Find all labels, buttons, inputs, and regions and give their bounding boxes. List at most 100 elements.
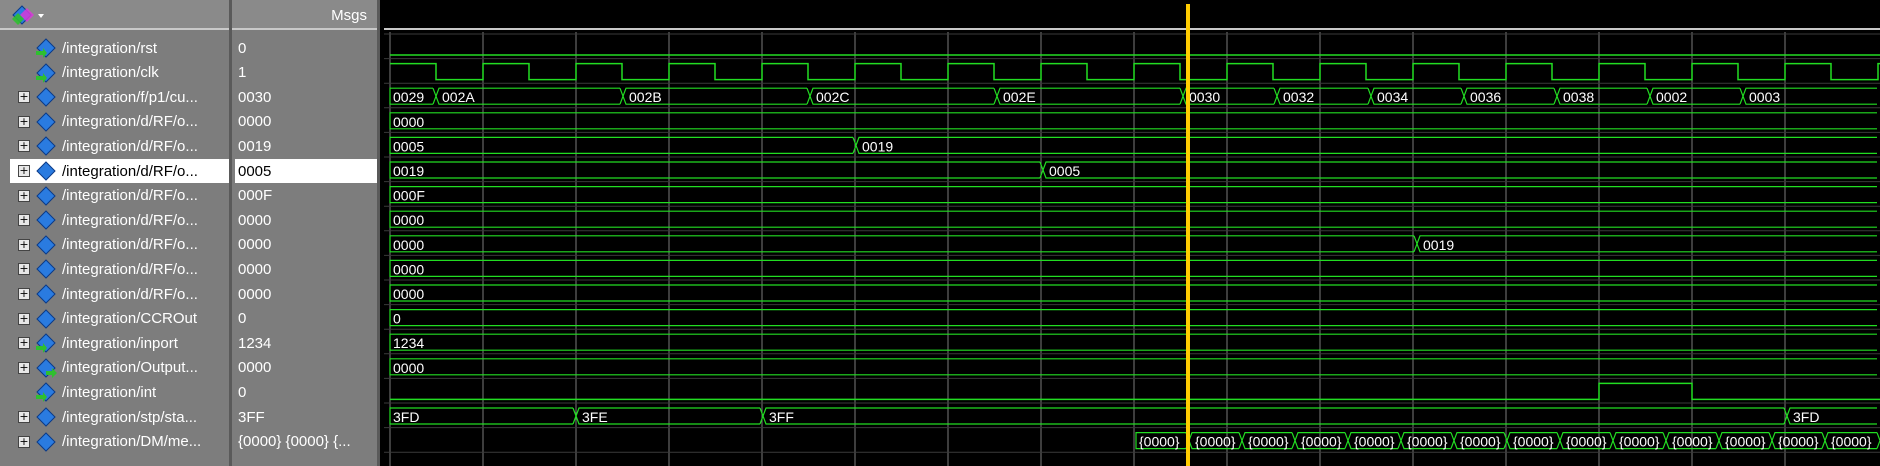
signal-value-row[interactable]: 0005	[235, 159, 377, 183]
expand-icon[interactable]: +	[18, 238, 30, 251]
signal-value-row[interactable]: 0000	[235, 233, 377, 257]
signal-value-row[interactable]: 0	[235, 36, 377, 60]
signal-row[interactable]: + /integration/d/RF/o...	[10, 282, 229, 306]
signal-row[interactable]: + /integration/d/RF/o...	[10, 208, 229, 232]
waveform-pane[interactable]: 0029 002A 002B 002C 002E 0030 0032 0034 0036 0038…	[384, 0, 1880, 466]
r3-bus-value: 000F	[393, 188, 425, 204]
r5-bus-segment	[389, 235, 1414, 253]
ccr-bus-value: 0	[393, 311, 401, 327]
signal-value: 0000	[238, 359, 272, 377]
signal-value-row[interactable]: 3FF	[235, 405, 377, 429]
expand-icon[interactable]: +	[18, 214, 30, 227]
signal-row[interactable]: + /integration/Output...	[10, 356, 229, 380]
signal-row[interactable]: + /integration/d/RF/o...	[10, 257, 229, 281]
signal-row[interactable]: /integration/int	[10, 380, 229, 404]
r0-bus-value: 0000	[393, 114, 424, 130]
signal-value: {0000} {0000} {...	[238, 433, 351, 451]
signal-row[interactable]: + /integration/d/RF/o...	[10, 134, 229, 158]
signal-row[interactable]: + /integration/CCROut	[10, 307, 229, 331]
signal-value-row[interactable]: 0019	[235, 134, 377, 158]
expand-icon[interactable]: +	[18, 361, 30, 374]
signal-value-row[interactable]: 0030	[235, 85, 377, 109]
signal-value: 0019	[238, 137, 272, 155]
signal-value-row[interactable]: 0000	[235, 282, 377, 306]
signal-value: 1	[238, 64, 247, 82]
r5-bus-value: 0000	[393, 237, 424, 253]
expand-icon[interactable]: +	[18, 140, 30, 153]
waveform-canvas[interactable]: 0029 002A 002B 002C 002E 0030 0032 0034 0036 0038…	[384, 0, 1880, 466]
dm-bus-value: {0000}	[1354, 434, 1395, 450]
signal-row[interactable]: + /integration/d/RF/o...	[10, 184, 229, 208]
r1-bus-value: 0019	[862, 138, 893, 154]
r6-bus-value: 0000	[393, 261, 424, 277]
signal-row[interactable]: + /integration/d/RF/o...	[10, 233, 229, 257]
r2-bus-value: 0019	[393, 163, 424, 179]
signal-value: 0	[238, 383, 247, 401]
pc-bus-value: 0038	[1563, 89, 1594, 105]
signal-value: 0030	[238, 88, 272, 106]
r7-bus-value: 0000	[393, 286, 424, 302]
pc-bus-value: 002C	[816, 89, 849, 105]
signal-row[interactable]: /integration/rst	[10, 36, 229, 60]
expand-icon[interactable]: +	[18, 288, 30, 300]
signal-value-row[interactable]: 0	[235, 307, 377, 331]
signal-value-row[interactable]: 0000	[235, 257, 377, 281]
pc-bus-value: 0030	[1189, 89, 1220, 105]
wave-menu-icon[interactable]	[12, 5, 46, 25]
pc-bus-value: 0002	[1656, 89, 1687, 105]
values-header: Msgs	[232, 0, 377, 30]
signal-row[interactable]: + /integration/d/RF/o...	[10, 110, 229, 134]
expand-icon[interactable]: +	[18, 115, 30, 128]
signal-name: /integration/d/RF/o...	[62, 137, 198, 155]
stp-bus-value: 3FD	[393, 409, 419, 425]
signal-value-row[interactable]: 1	[235, 61, 377, 85]
expand-icon[interactable]: +	[18, 337, 30, 350]
signal-value-row[interactable]: 0	[235, 380, 377, 404]
signal-diamond-icon	[36, 235, 56, 255]
expand-icon[interactable]: +	[18, 411, 30, 423]
signal-value-row[interactable]: {0000} {0000} {...	[235, 430, 377, 454]
signal-row[interactable]: + /integration/f/p1/cu...	[10, 85, 229, 109]
signal-row[interactable]: /integration/clk	[10, 61, 229, 85]
time-cursor[interactable]	[1186, 4, 1190, 466]
signal-row[interactable]: + /integration/stp/sta...	[10, 405, 229, 429]
expand-icon[interactable]: +	[18, 91, 30, 104]
expand-icon[interactable]: +	[18, 435, 30, 448]
inport-bus-value: 1234	[393, 335, 424, 351]
signal-value-row[interactable]: 0000	[235, 110, 377, 134]
signal-row[interactable]: + /integration/d/RF/o...	[10, 159, 229, 183]
signal-name: /integration/d/RF/o...	[62, 236, 198, 254]
expand-icon[interactable]: +	[18, 312, 30, 325]
signal-diamond-icon	[36, 210, 56, 230]
signal-row[interactable]: + /integration/DM/me...	[10, 430, 229, 454]
dm-bus-value: {0000}	[1778, 434, 1819, 450]
pc-bus-value: 0029	[393, 89, 424, 105]
pc-bus-value: 0036	[1470, 89, 1501, 105]
signal-value-row[interactable]: 1234	[235, 331, 377, 355]
dm-bus-value: {0000}	[1725, 434, 1766, 450]
pc-bus-value: 0032	[1283, 89, 1314, 105]
r4-bus-value: 0000	[393, 212, 424, 228]
signal-name: /integration/d/RF/o...	[62, 187, 198, 205]
msgs-column-label: Msgs	[331, 7, 367, 24]
dm-bus-value: {0000}	[1301, 434, 1342, 450]
signal-name: /integration/d/RF/o...	[62, 211, 198, 229]
signal-name: /integration/stp/sta...	[62, 408, 198, 426]
signal-value-row[interactable]: 000F	[235, 184, 377, 208]
dm-bus-value: {0000}	[1248, 434, 1289, 450]
expand-icon[interactable]: +	[18, 165, 30, 177]
signal-value-row[interactable]: 0000	[235, 356, 377, 380]
signal-value-row[interactable]: 0000	[235, 208, 377, 232]
r2-bus-value: 0005	[1049, 163, 1080, 179]
signal-diamond-icon	[36, 431, 56, 452]
stp-bus-value: 3FD	[1793, 409, 1819, 425]
dm-bus-value: {0000}	[1195, 434, 1236, 450]
signal-row[interactable]: + /integration/inport	[10, 331, 229, 355]
stp-bus-segment	[762, 407, 1784, 425]
expand-icon[interactable]: +	[18, 189, 30, 202]
signal-value: 0005	[238, 162, 272, 180]
r5-bus-value: 0019	[1423, 237, 1454, 253]
signal-value: 0000	[238, 113, 272, 131]
signal-name: /integration/CCROut	[62, 310, 198, 328]
expand-icon[interactable]: +	[18, 263, 30, 276]
